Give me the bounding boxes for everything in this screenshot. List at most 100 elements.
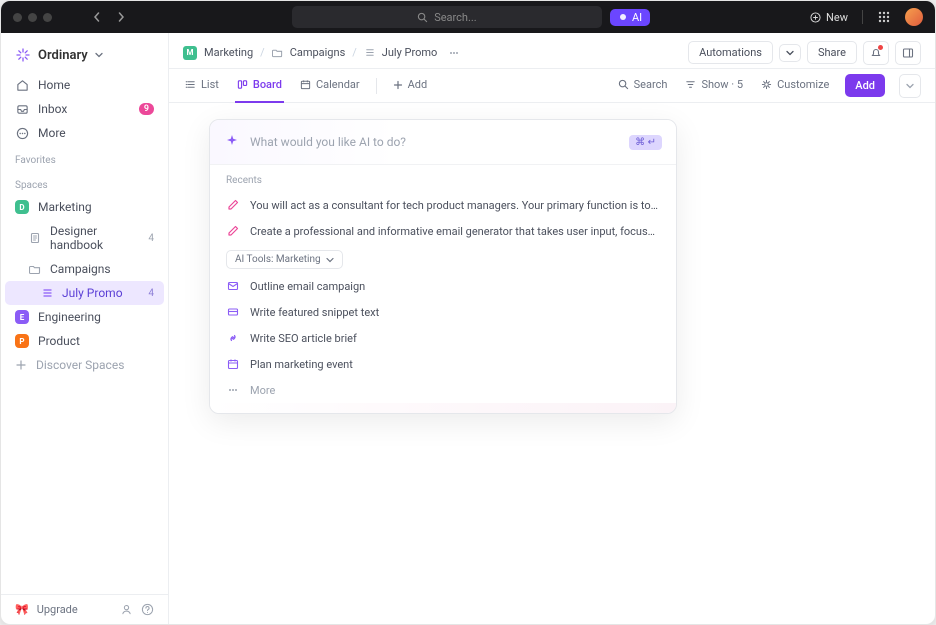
bc-campaigns[interactable]: Campaigns	[290, 46, 346, 59]
nav-back[interactable]	[92, 12, 108, 22]
breadcrumb: M Marketing / Campaigns / July Promo	[183, 46, 680, 60]
ai-tools-chip[interactable]: AI Tools: Marketing	[226, 250, 343, 269]
sidebar: Ordinary Home Inbox 9 More Favorites Spa…	[1, 33, 169, 624]
bc-july-promo[interactable]: July Promo	[382, 46, 438, 59]
viewbar-search[interactable]: Search	[616, 69, 670, 103]
chevron-down-icon	[786, 49, 794, 57]
nav-forward[interactable]	[116, 12, 132, 22]
workspace-switcher[interactable]: Ordinary	[1, 41, 168, 73]
search-icon	[417, 12, 428, 23]
doc-icon	[29, 232, 41, 244]
calendar-icon	[226, 357, 240, 371]
card-icon	[226, 305, 240, 319]
calendar-icon	[300, 79, 311, 90]
pencil-icon	[226, 224, 240, 238]
tab-list[interactable]: List	[183, 69, 221, 103]
sparkle-icon	[618, 12, 628, 22]
space-engineering[interactable]: E Engineering	[5, 305, 164, 329]
ai-recent-item[interactable]: You will act as a consultant for tech pr…	[210, 192, 676, 218]
upgrade-icon: 🎀	[15, 603, 29, 616]
tab-board[interactable]: Board	[235, 69, 284, 103]
chevron-down-icon	[906, 82, 914, 90]
new-button[interactable]: New	[810, 11, 848, 24]
space-badge: E	[15, 310, 29, 324]
upgrade-link[interactable]: Upgrade	[37, 603, 78, 616]
space-badge: P	[15, 334, 29, 348]
list-icon	[364, 47, 375, 58]
add-button[interactable]: Add	[845, 74, 885, 97]
ai-more[interactable]: More	[210, 377, 676, 403]
panel-button[interactable]	[895, 41, 921, 65]
space-july-promo[interactable]: July Promo 4	[5, 281, 164, 305]
link-icon	[226, 331, 240, 345]
add-view-button[interactable]: Add	[391, 69, 430, 103]
inbox-icon	[15, 102, 29, 116]
pencil-icon	[226, 198, 240, 212]
share-button[interactable]: Share	[807, 41, 857, 64]
space-product[interactable]: P Product	[5, 329, 164, 353]
add-dropdown[interactable]	[899, 74, 921, 98]
space-marketing[interactable]: D Marketing	[5, 195, 164, 219]
window-controls	[13, 13, 52, 22]
notifications-button[interactable]	[863, 41, 889, 65]
chevron-down-icon	[326, 256, 334, 264]
folder-icon	[29, 263, 41, 275]
bc-marketing[interactable]: Marketing	[204, 46, 253, 59]
home-icon	[15, 78, 29, 92]
help-icon[interactable]	[141, 603, 154, 616]
ai-tool-item[interactable]: Write featured snippet text	[210, 299, 676, 325]
ai-prompt-input[interactable]: What would you like AI to do?	[250, 135, 619, 149]
recents-label: Recents	[210, 165, 676, 192]
sidebar-inbox[interactable]: Inbox 9	[1, 97, 168, 121]
search-icon	[618, 79, 629, 90]
viewbar-show[interactable]: Show · 5	[683, 69, 745, 103]
ai-tool-item[interactable]: Plan marketing event	[210, 351, 676, 377]
traffic-max[interactable]	[43, 13, 52, 22]
spaces-label: Spaces	[1, 170, 168, 195]
global-search[interactable]: Search...	[292, 6, 602, 28]
ai-button[interactable]: AI	[610, 9, 650, 26]
traffic-min[interactable]	[28, 13, 37, 22]
space-designer-handbook[interactable]: Designer handbook 4	[5, 219, 164, 257]
apps-grid-icon[interactable]	[877, 10, 891, 24]
traffic-close[interactable]	[13, 13, 22, 22]
sidebar-home[interactable]: Home	[1, 73, 168, 97]
sidebar-more[interactable]: More	[1, 121, 168, 145]
ai-prompt-card: What would you like AI to do? ⌘ ↵ Recent…	[209, 119, 677, 414]
person-icon[interactable]	[120, 603, 133, 616]
ai-tool-item[interactable]: Write SEO article brief	[210, 325, 676, 351]
automations-dropdown[interactable]	[779, 44, 801, 62]
plus-circle-icon	[810, 12, 821, 23]
list-icon	[41, 287, 53, 299]
board-view-icon	[237, 79, 248, 90]
main-area: M Marketing / Campaigns / July Promo Aut…	[169, 33, 935, 624]
chevron-down-icon	[95, 51, 103, 59]
sparkle-icon	[224, 134, 240, 150]
space-badge: D	[15, 200, 29, 214]
bc-badge: M	[183, 46, 197, 60]
folder-icon	[272, 47, 283, 58]
space-campaigns[interactable]: Campaigns	[5, 257, 164, 281]
panel-icon	[902, 47, 914, 59]
discover-spaces[interactable]: Discover Spaces	[5, 353, 164, 377]
automations-button[interactable]: Automations	[688, 41, 773, 64]
notification-dot	[878, 45, 883, 50]
ai-recent-item[interactable]: Create a professional and informative em…	[210, 218, 676, 244]
more-icon	[15, 126, 29, 140]
ai-tool-item[interactable]: Outline email campaign	[210, 273, 676, 299]
gear-icon	[761, 79, 772, 90]
titlebar: Search... AI New	[1, 1, 935, 33]
avatar[interactable]	[905, 8, 923, 26]
inbox-badge: 9	[139, 103, 154, 115]
viewbar-customize[interactable]: Customize	[759, 69, 831, 103]
logo-icon	[15, 47, 31, 63]
filter-icon	[685, 79, 696, 90]
list-view-icon	[185, 79, 196, 90]
more-icon[interactable]	[448, 47, 460, 59]
search-placeholder: Search...	[434, 11, 477, 24]
plus-icon	[393, 80, 403, 90]
more-icon	[226, 383, 240, 397]
cmd-hint: ⌘ ↵	[629, 135, 662, 150]
favorites-label: Favorites	[1, 145, 168, 170]
tab-calendar[interactable]: Calendar	[298, 69, 362, 103]
